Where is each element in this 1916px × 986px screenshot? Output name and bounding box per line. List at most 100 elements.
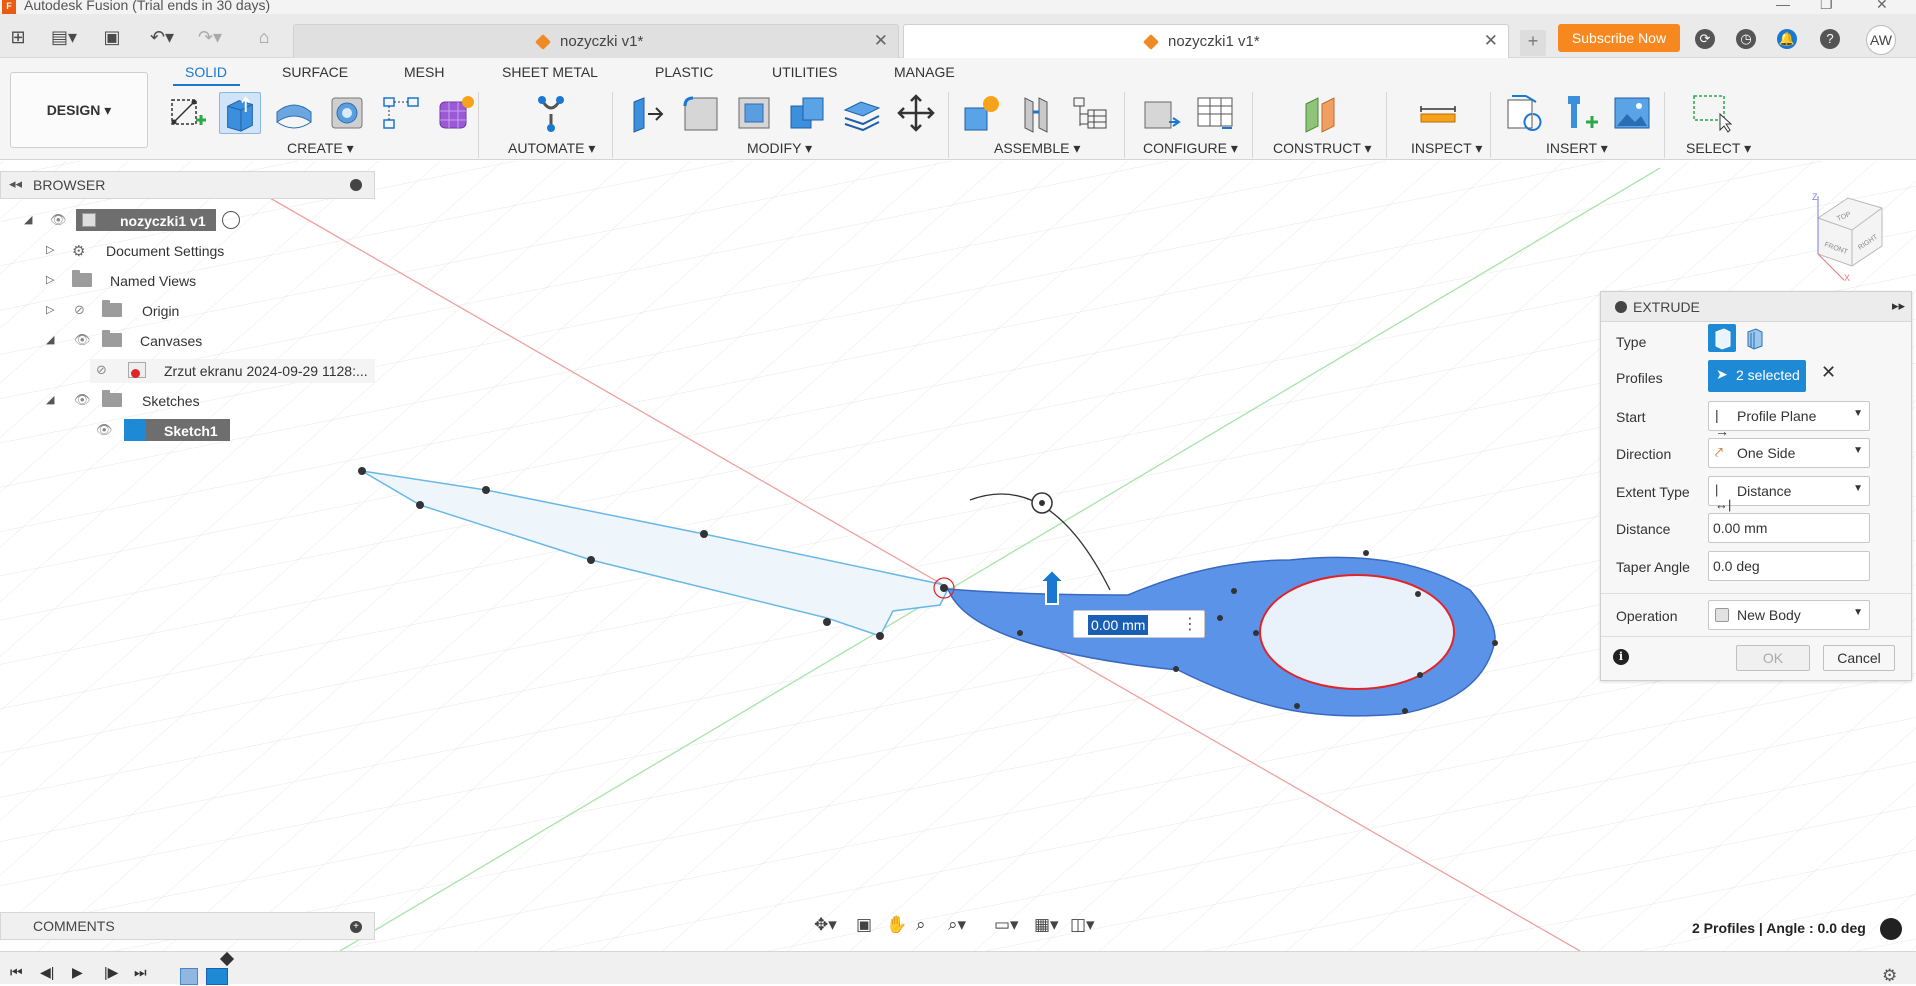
display-settings-icon[interactable]: ▭▾ [994, 915, 1019, 935]
visibility-eye-icon[interactable]: 👁 [74, 392, 92, 407]
distance-field[interactable]: 0.00 mm [1708, 513, 1870, 543]
app-grid-icon[interactable]: ⊞ [6, 26, 30, 48]
taper-angle-field[interactable]: 0.0 deg [1708, 551, 1870, 581]
pan-hand-icon[interactable]: ✋ [886, 915, 907, 935]
tab-solid[interactable]: SOLID [185, 64, 227, 80]
automate-icon[interactable] [530, 92, 572, 134]
tree-item-canvas-image[interactable]: ⊘ Zrzut ekranu 2024-09-29 1128:... [90, 359, 375, 383]
timeline-marker-icon[interactable] [219, 951, 235, 967]
configure-icon[interactable] [1141, 92, 1183, 134]
more-options-icon[interactable]: ⋮ [1182, 614, 1198, 634]
visibility-eye-icon[interactable]: 👁 [50, 212, 68, 227]
redo-icon[interactable]: ↷▾ [192, 26, 228, 48]
construct-group-label[interactable]: CONSTRUCT ▾ [1273, 140, 1372, 157]
zoom-icon[interactable]: ⌕ [916, 915, 926, 935]
minimize-panel-icon[interactable] [350, 179, 362, 191]
extrude-type-solid-icon[interactable] [1708, 324, 1736, 352]
go-to-start-icon[interactable]: ⏮ [10, 964, 23, 981]
close-tab-icon[interactable]: ✕ [874, 31, 888, 51]
comments-panel-header[interactable]: COMMENTS + [0, 912, 375, 940]
joint-icon[interactable] [1015, 92, 1057, 134]
new-tab-plus-icon[interactable]: + [1520, 30, 1546, 56]
timeline-settings-gear-icon[interactable]: ⚙ [1882, 966, 1897, 986]
undo-icon[interactable]: ↶▾ [144, 26, 180, 48]
expand-arrow-icon[interactable]: ▷ [46, 243, 54, 256]
orbit-icon[interactable]: ✥▾ [814, 915, 837, 935]
collapse-arrow-icon[interactable]: ◢ [24, 213, 32, 226]
extent-type-dropdown[interactable]: |↔| Distance ▼ [1708, 476, 1870, 512]
collapse-browser-icon[interactable]: ◂◂ [9, 176, 22, 192]
fit-zoom-icon[interactable]: ⌕▾ [948, 915, 966, 935]
ok-button[interactable]: OK [1736, 645, 1810, 671]
expand-arrow-icon[interactable]: ▷ [46, 273, 54, 286]
create-group-label[interactable]: CREATE ▾ [287, 140, 354, 157]
tree-item-document-settings[interactable]: ▷ ⚙ Document Settings [40, 239, 240, 263]
revolve-icon[interactable] [273, 92, 315, 134]
create-sketch-icon[interactable] [166, 92, 208, 134]
extrude-type-thin-icon[interactable] [1740, 324, 1768, 352]
help-icon[interactable]: ? [1820, 29, 1840, 49]
profiles-selection-button[interactable]: ➤ 2 selected [1708, 360, 1806, 392]
sync-icon[interactable]: ⟳ [1695, 29, 1715, 49]
tab-mesh[interactable]: MESH [404, 64, 444, 80]
create-form-icon[interactable] [434, 92, 476, 134]
clear-selection-icon[interactable]: ✕ [1821, 362, 1836, 383]
visibility-eye-icon[interactable]: 👁 [74, 332, 92, 347]
minimize-dialog-icon[interactable] [1615, 301, 1627, 313]
home-icon[interactable]: ⌂ [252, 26, 276, 48]
close-window-icon[interactable]: ✕ [1876, 0, 1888, 13]
step-back-icon[interactable]: ◀| [40, 964, 54, 981]
distance-input-heads-up[interactable]: 0.00 mm ⋮ [1073, 610, 1205, 638]
hole-icon[interactable] [326, 92, 368, 134]
workspace-switcher-button[interactable]: DESIGN ▾ [10, 72, 148, 148]
configure-group-label[interactable]: CONFIGURE ▾ [1143, 140, 1238, 157]
offset-face-icon[interactable] [841, 92, 883, 134]
select-group-label[interactable]: SELECT ▾ [1686, 140, 1751, 157]
expand-dialog-icon[interactable]: ▸▸ [1892, 298, 1905, 314]
new-component-icon[interactable] [961, 92, 1003, 134]
restore-icon[interactable]: ❐ [1820, 0, 1833, 13]
select-window-icon[interactable] [1690, 92, 1732, 134]
avatar[interactable]: AW [1866, 25, 1896, 55]
tree-item-canvases[interactable]: ◢ 👁 Canvases [40, 329, 240, 353]
tree-item-sketch1[interactable]: 👁 Sketch1 [90, 419, 240, 443]
browser-panel-header[interactable]: ◂◂ BROWSER [0, 171, 375, 199]
measure-icon[interactable] [1417, 92, 1459, 134]
activate-radio-icon[interactable] [222, 211, 240, 229]
expand-arrow-icon[interactable]: ▷ [46, 303, 54, 316]
insert-image-icon[interactable] [1611, 92, 1653, 134]
move-copy-icon[interactable] [895, 92, 937, 134]
press-pull-icon[interactable] [626, 92, 668, 134]
collapse-arrow-icon[interactable]: ◢ [46, 393, 54, 406]
tree-item-named-views[interactable]: ▷ Named Views [40, 269, 240, 293]
insert-derive-icon[interactable] [1504, 92, 1546, 134]
tab-sheet-metal[interactable]: SHEET METAL [502, 64, 598, 80]
look-at-icon[interactable]: ▣ [856, 915, 872, 935]
combine-icon[interactable] [787, 92, 829, 134]
visibility-eye-icon[interactable]: 👁 [96, 422, 114, 437]
tab-nozyczki-v1[interactable]: nozyczki v1* ✕ [293, 24, 899, 58]
start-dropdown[interactable]: |→ Profile Plane ▼ [1708, 401, 1870, 439]
tree-item-sketches[interactable]: ◢ 👁 Sketches [40, 389, 240, 413]
collapse-arrow-icon[interactable]: ◢ [46, 333, 54, 346]
save-icon[interactable]: ▣ [100, 26, 124, 48]
inspect-group-label[interactable]: INSPECT ▾ [1411, 140, 1482, 157]
hidden-eye-icon[interactable]: ⊘ [96, 362, 114, 377]
hidden-eye-icon[interactable]: ⊘ [74, 302, 92, 317]
view-cube-icon[interactable]: TOP FRONT RIGHT Z X [1800, 188, 1896, 284]
operation-dropdown[interactable]: New Body ▼ [1708, 600, 1870, 630]
tab-plastic[interactable]: PLASTIC [655, 64, 713, 80]
notifications-icon[interactable]: 🔔 [1777, 29, 1797, 49]
status-indicator-icon[interactable] [1880, 918, 1902, 940]
cancel-button[interactable]: Cancel [1823, 645, 1895, 671]
configuration-table-icon[interactable] [1194, 92, 1236, 134]
grid-settings-icon[interactable]: ▦▾ [1034, 915, 1059, 935]
job-status-icon[interactable]: ◷ [1736, 29, 1756, 49]
tab-nozyczki1-v1[interactable]: nozyczki1 v1* ✕ [903, 24, 1509, 58]
tab-surface[interactable]: SURFACE [282, 64, 348, 80]
bill-of-materials-icon[interactable] [1068, 92, 1110, 134]
automate-group-label[interactable]: AUTOMATE ▾ [508, 140, 595, 157]
step-forward-icon[interactable]: |▶ [104, 964, 118, 981]
rectangular-pattern-icon[interactable] [380, 92, 422, 134]
modify-group-label[interactable]: MODIFY ▾ [747, 140, 812, 157]
